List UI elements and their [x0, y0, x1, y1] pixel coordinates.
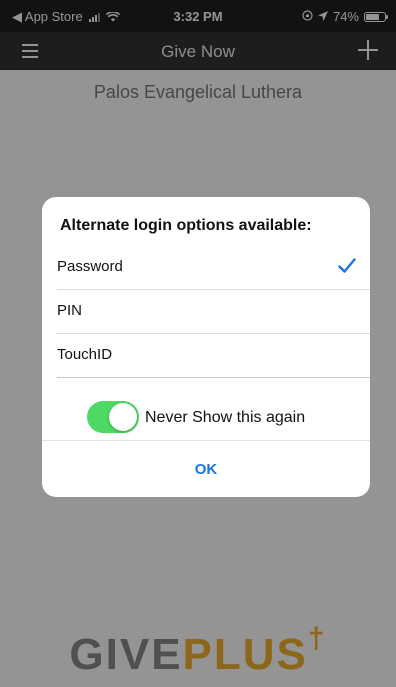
- checkmark-icon: [338, 258, 356, 274]
- option-label: Password: [57, 258, 123, 275]
- dialog-title: Alternate login options available:: [60, 217, 312, 234]
- option-label: TouchID: [57, 346, 113, 363]
- never-show-label: Never Show this again: [145, 409, 306, 426]
- login-options-dialog: Alternate login options available: Passw…: [42, 197, 370, 497]
- app-screen: ◀ App Store 3:32 PM 74% Give Now Palos E…: [0, 0, 396, 687]
- option-label: PIN: [57, 302, 83, 319]
- option-pin[interactable]: PIN: [57, 290, 370, 334]
- never-show-row: Never Show this again: [42, 395, 370, 441]
- option-password[interactable]: Password: [57, 246, 370, 290]
- never-show-toggle[interactable]: [87, 401, 139, 433]
- option-touchid[interactable]: TouchID: [57, 334, 370, 378]
- ok-button[interactable]: OK: [42, 446, 370, 494]
- toggle-knob: [109, 403, 137, 431]
